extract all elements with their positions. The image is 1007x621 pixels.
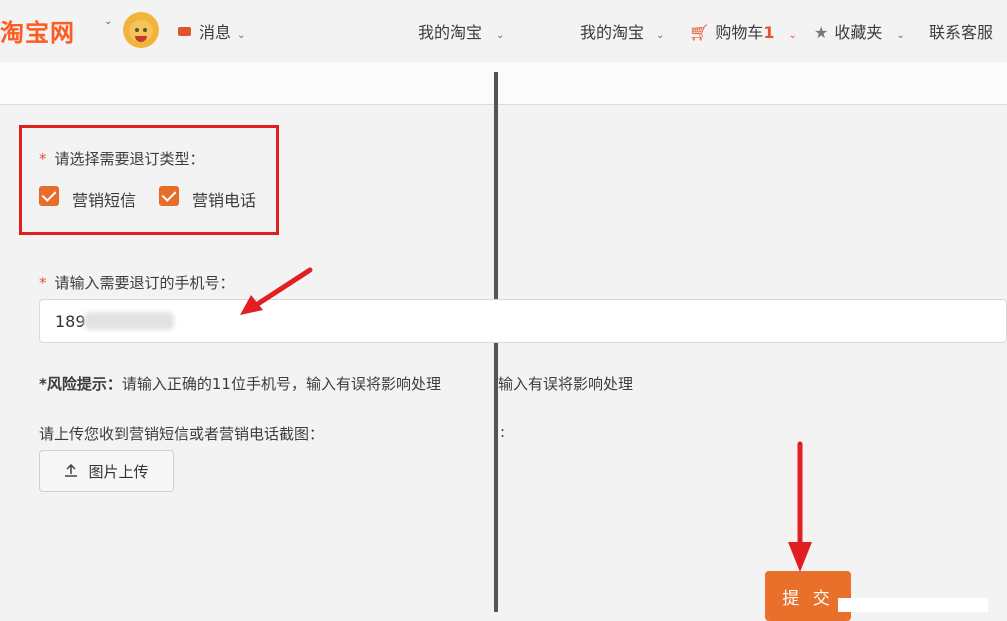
image-upload-button[interactable]: 图片上传 [39,450,174,492]
nav-customer-service[interactable]: 联系客服 [929,19,993,43]
watermark-area [838,598,988,612]
sms-option-label[interactable]: 营销短信 [72,187,136,211]
call-checkbox[interactable] [159,186,179,206]
call-option-label[interactable]: 营销电话 [192,187,256,211]
top-navigation-bar: 淘宝网 ⌄ 消息 ⌄ 我的淘宝 ⌄ 我的淘宝 ⌄ 🛒︎ 购物车1 ⌄ ★ 收藏夹 ⌄ 联系客服 [0,0,1007,62]
upload-label-echo: : [500,423,506,441]
star-icon: ★ [814,23,829,42]
cart-icon: 🛒︎ [689,23,710,42]
chevron-down-icon: ⌄ [237,30,246,41]
required-marker: * [39,274,47,292]
nav-my-taobao-center[interactable]: 我的淘宝 ⌄ [418,19,504,43]
nav-messages[interactable]: 消息 ⌄ [178,19,245,43]
annotation-arrow-icon [240,267,313,315]
annotation-highlight-box [19,125,279,235]
chevron-down-icon[interactable]: ⌄ [104,16,112,27]
chevron-down-icon: ⌄ [656,30,665,41]
cart-count-badge: 1 [763,23,775,42]
nav-favorites[interactable]: ★ 收藏夹 ⌄ [814,19,905,43]
upload-field-label: 请上传您收到营销短信或者营销电话截图： [39,425,325,443]
avatar-eye-icon [135,28,139,32]
chevron-down-icon: ⌄ [788,30,797,41]
nav-cart[interactable]: 🛒︎ 购物车1 ⌄ [689,19,797,43]
annotation-arrow-icon [788,441,812,572]
risk-warning-echo: 输入有误将影响处理 [498,375,634,393]
avatar-eye-icon [143,28,147,32]
required-marker: * [39,150,47,168]
nav-my-taobao[interactable]: 我的淘宝 ⌄ [580,19,664,43]
phone-redaction-blur [84,312,174,330]
phone-number-input[interactable] [39,299,1007,343]
mail-icon [178,27,191,36]
avatar[interactable] [123,12,159,48]
sub-header-strip [0,62,1007,105]
chevron-down-icon: ⌄ [496,30,505,41]
type-field-label: * 请选择需要退订类型： [39,150,205,168]
phone-field-label: * 请输入需要退订的手机号： [39,274,235,292]
risk-warning: *风险提示：请输入正确的11位手机号，输入有误将影响处理 [39,375,441,393]
chevron-down-icon: ⌄ [896,30,905,41]
upload-icon [65,464,78,477]
submit-button[interactable]: 提 交 [765,571,851,621]
taobao-logo[interactable]: 淘宝网 [0,13,75,48]
sms-checkbox[interactable] [39,186,59,206]
